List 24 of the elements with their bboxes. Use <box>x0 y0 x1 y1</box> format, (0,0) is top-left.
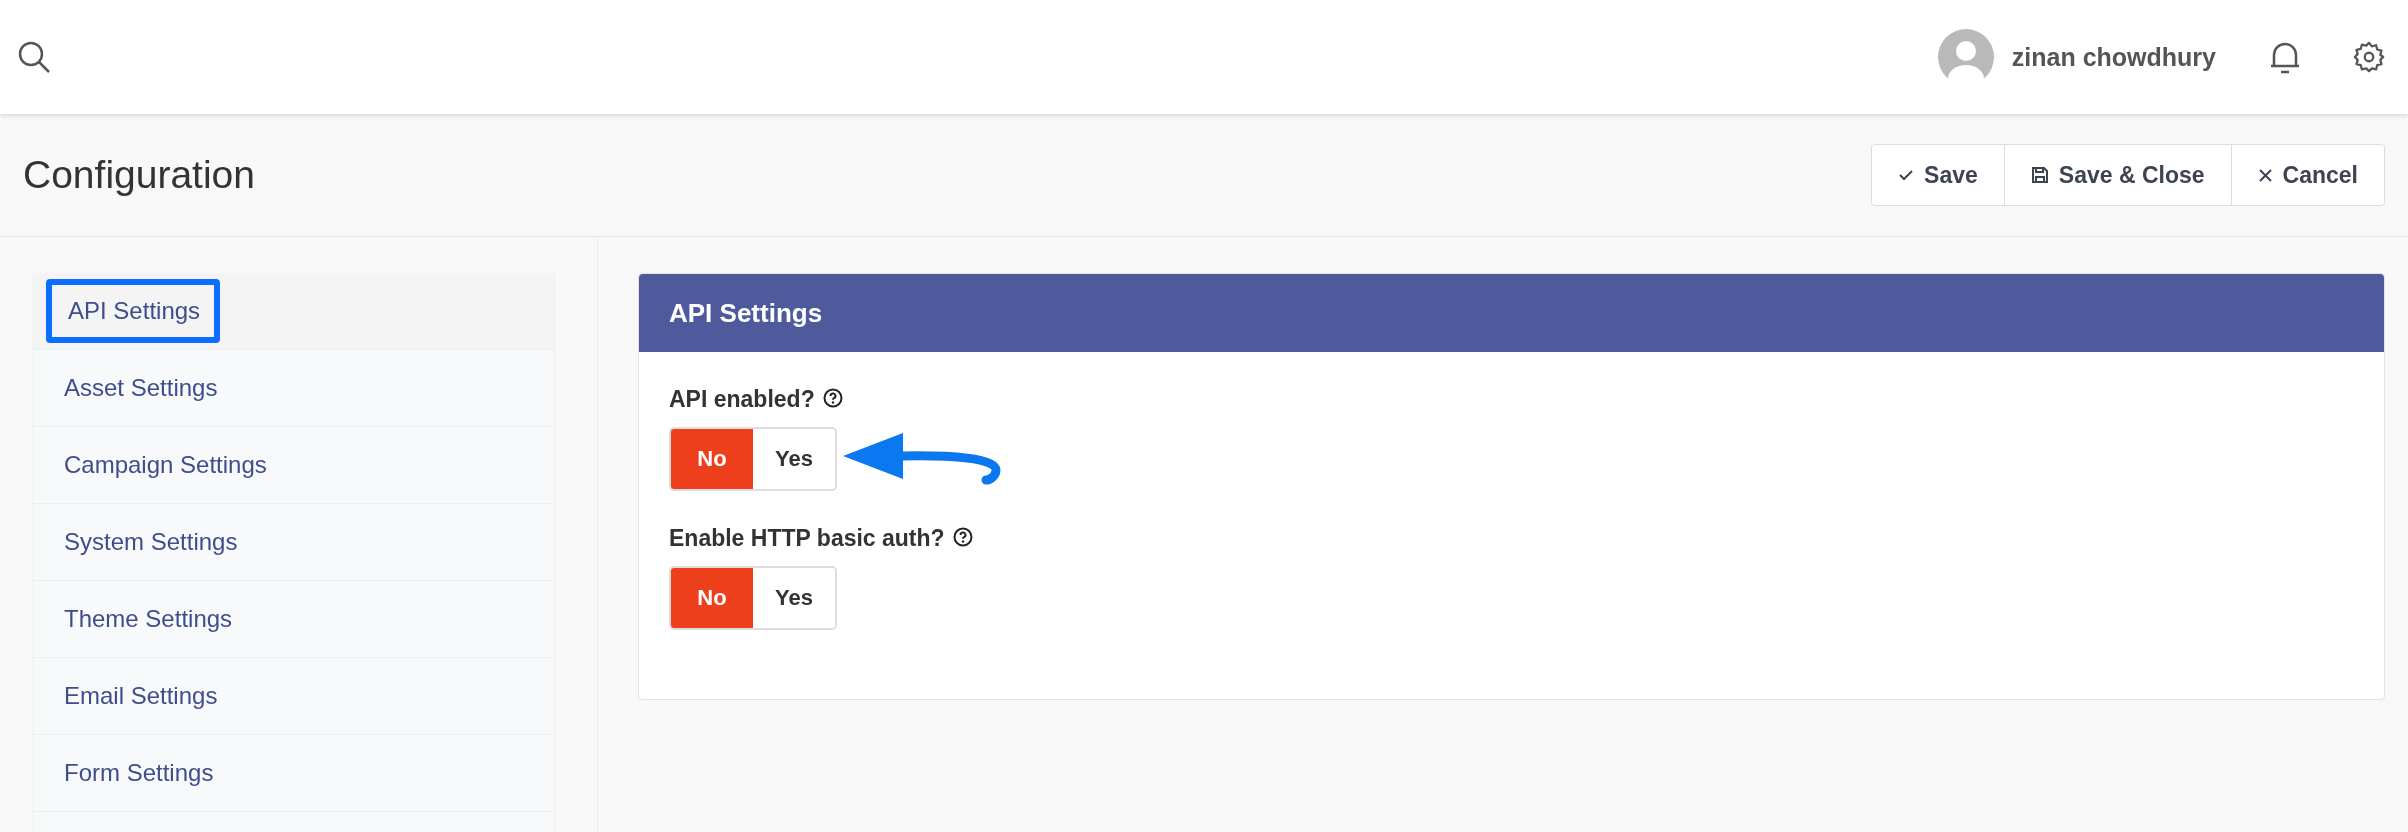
sidebar-item[interactable]: Asset Settings <box>33 350 555 427</box>
settings-icon[interactable] <box>2352 40 2386 74</box>
sidebar-item[interactable]: Campaign Settings <box>33 427 555 504</box>
user-name[interactable]: zinan chowdhury <box>2011 42 2216 72</box>
field-label: API enabled? <box>669 386 815 413</box>
panel-title: API Settings <box>639 274 2384 352</box>
yes-no-toggle[interactable]: No Yes <box>669 427 837 491</box>
sidebar-item[interactable]: API Settings <box>33 273 555 350</box>
toggle-option[interactable]: No <box>671 568 753 628</box>
sidebar-item[interactable]: System Settings <box>33 504 555 581</box>
help-icon[interactable] <box>822 387 843 408</box>
highlight-frame: API Settings <box>46 279 221 343</box>
close-icon <box>2257 167 2273 183</box>
search-icon[interactable] <box>16 39 52 75</box>
help-icon[interactable] <box>952 526 973 547</box>
yes-no-toggle[interactable]: No Yes <box>669 566 837 630</box>
sidebar-item[interactable]: Email Settings <box>33 658 555 735</box>
check-icon <box>1898 167 1915 183</box>
field-label: Enable HTTP basic auth? <box>669 525 945 552</box>
page-title: Configuration <box>23 153 256 197</box>
sidebar-item[interactable]: Theme Settings <box>33 581 555 658</box>
sidebar-item[interactable]: Form Settings <box>33 735 555 812</box>
action-button[interactable]: Cancel <box>2230 145 2384 205</box>
toggle-option[interactable]: No <box>671 429 753 489</box>
